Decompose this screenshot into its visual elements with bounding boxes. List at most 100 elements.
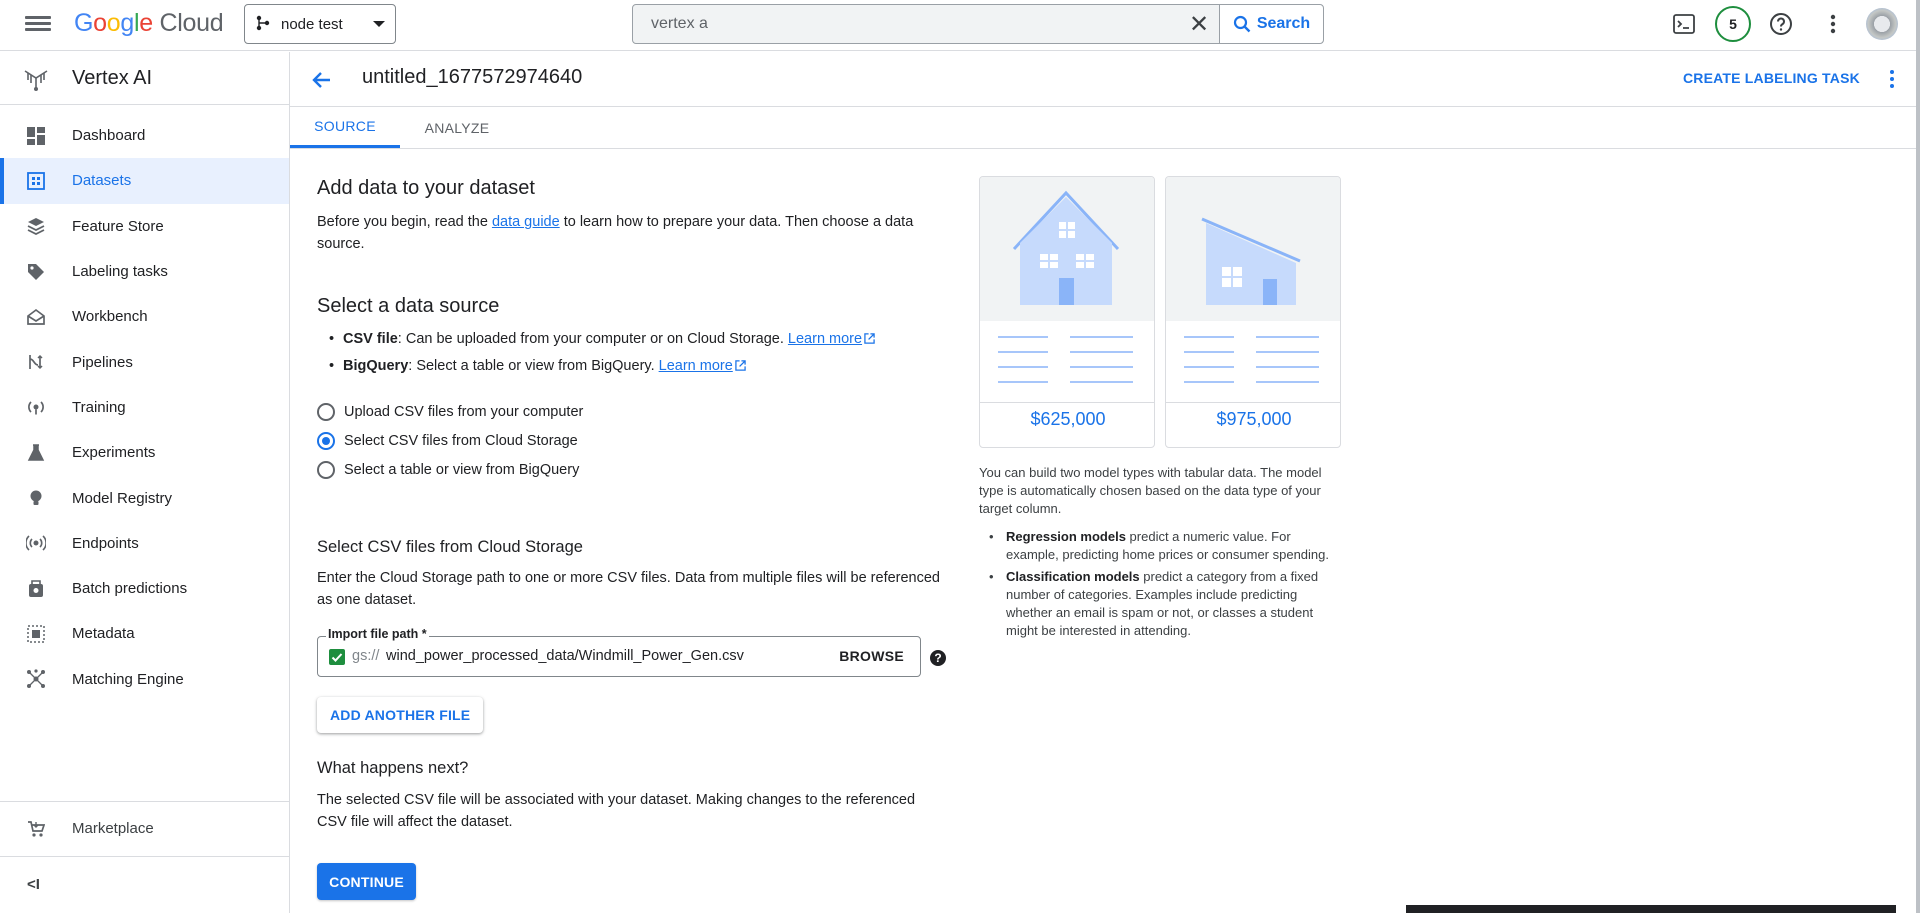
csv-learn-more-link[interactable]: Learn more — [788, 331, 875, 347]
sidebar-item-workbench[interactable]: Workbench — [0, 294, 289, 339]
experiments-flask-icon — [25, 442, 47, 464]
collapse-sidebar-button[interactable]: <I — [0, 856, 289, 912]
external-link-icon — [735, 360, 746, 371]
account-avatar[interactable] — [1866, 8, 1898, 40]
main-menu-icon[interactable] — [25, 13, 51, 35]
sidebar-item-batch-predictions[interactable]: Batch predictions — [0, 566, 289, 611]
tab-source[interactable]: SOURCE — [290, 107, 400, 148]
sidebar-item-label: Experiments — [72, 444, 156, 462]
price-label: $625,000 — [1030, 409, 1106, 429]
sidebar-item-training[interactable]: Training — [0, 385, 289, 430]
continue-button[interactable]: CONTINUE — [317, 863, 416, 900]
house-card-regression: $625,000 — [979, 176, 1155, 448]
house-card-classification: $975,000 — [1165, 176, 1341, 448]
workbench-icon — [25, 306, 47, 328]
back-arrow-icon[interactable] — [308, 66, 336, 94]
page-scrollbar[interactable] — [1916, 0, 1920, 913]
sidebar-item-metadata[interactable]: Metadata — [0, 611, 289, 656]
google-cloud-logo[interactable]: Google Cloud — [74, 9, 224, 38]
tab-bar: SOURCE ANALYZE — [290, 107, 1920, 149]
sidebar-item-model-registry[interactable]: Model Registry — [0, 475, 289, 520]
model-types-list: Regression models predict a numeric valu… — [979, 528, 1345, 640]
model-registry-bulb-icon — [25, 487, 47, 509]
bigquery-learn-more-link[interactable]: Learn more — [659, 358, 746, 374]
radio-cloud-storage[interactable]: Select CSV files from Cloud Storage — [317, 432, 578, 450]
radio-button-selected[interactable] — [317, 432, 335, 450]
list-item: Classification models predict a category… — [989, 568, 1345, 640]
search-button[interactable]: Search — [1219, 5, 1323, 43]
sidebar-item-matching-engine[interactable]: Matching Engine — [0, 657, 289, 702]
help-icon[interactable] — [1767, 10, 1795, 38]
add-another-file-button[interactable]: ADD ANOTHER FILE — [317, 697, 484, 733]
project-name: node test — [281, 15, 343, 33]
marketplace-cart-icon — [25, 818, 47, 840]
search-input[interactable] — [633, 5, 1179, 43]
header-more-vert-icon[interactable] — [1886, 68, 1898, 92]
project-picker[interactable]: node test — [244, 4, 396, 44]
link-label: Learn more — [658, 358, 733, 374]
radio-button[interactable] — [317, 403, 335, 421]
batch-predictions-icon — [25, 578, 47, 600]
sidebar-item-marketplace[interactable]: Marketplace — [0, 802, 289, 855]
sidebar-item-label: Batch predictions — [72, 580, 188, 598]
model-type-name: Classification models — [1006, 569, 1140, 584]
search-bar: ✕ Search — [632, 4, 1324, 44]
sidebar-item-label: Labeling tasks — [72, 263, 168, 281]
matching-engine-icon — [25, 668, 47, 690]
what-next-line1: The selected CSV file will be associated… — [317, 792, 916, 808]
source-list: CSV file: Can be uploaded from your comp… — [329, 326, 875, 380]
sidebar-item-dashboard[interactable]: Dashboard — [0, 113, 289, 158]
datasets-icon — [25, 170, 47, 192]
source-desc: : Select a table or view from BigQuery. — [408, 358, 659, 374]
endpoints-icon — [25, 532, 47, 554]
what-next-text: The selected CSV file will be associated… — [317, 789, 915, 833]
gcs-description: Enter the Cloud Storage path to one or m… — [317, 567, 940, 611]
radio-bigquery[interactable]: Select a table or view from BigQuery — [317, 461, 579, 479]
gcs-description-line1: Enter the Cloud Storage path to one or m… — [317, 570, 940, 586]
sidebar-item-datasets[interactable]: Datasets — [0, 158, 289, 204]
sidebar-item-pipelines[interactable]: Pipelines — [0, 339, 289, 384]
link-label: Learn more — [787, 331, 863, 347]
clear-search-icon[interactable]: ✕ — [1179, 10, 1219, 39]
radio-button[interactable] — [317, 461, 335, 479]
more-vert-icon[interactable] — [1819, 10, 1847, 38]
sidebar-item-experiments[interactable]: Experiments — [0, 430, 289, 475]
dashboard-icon — [25, 125, 47, 147]
intro-text-before: Before you begin, read the — [317, 214, 492, 230]
sidebar-item-feature-store[interactable]: Feature Store — [0, 204, 289, 249]
sidebar-item-label: Endpoints — [72, 534, 139, 552]
sidebar-item-endpoints[interactable]: Endpoints — [0, 521, 289, 566]
sidebar-item-labeling-tasks[interactable]: Labeling tasks — [0, 249, 289, 294]
tab-analyze[interactable]: ANALYZE — [402, 107, 512, 148]
sidebar-item-label: Training — [72, 398, 126, 416]
text-lines-illustration — [998, 336, 1133, 383]
help-circle-icon[interactable]: ? — [930, 650, 946, 666]
intro-text: Before you begin, read the data guide to… — [317, 211, 913, 255]
product-name: Vertex AI — [72, 66, 153, 89]
what-next-line2: CSV file will affect the dataset. — [317, 814, 513, 830]
data-guide-link[interactable]: data guide — [492, 214, 560, 230]
model-types-info: You can build two model types with tabul… — [979, 464, 1345, 644]
notifications-badge[interactable]: 5 — [1715, 6, 1751, 42]
page-title: untitled_1677572974640 — [362, 66, 583, 88]
list-item: Regression models predict a numeric valu… — [989, 528, 1345, 564]
sidebar-item-label: Feature Store — [72, 217, 164, 235]
labeling-tag-icon — [25, 261, 47, 283]
cloud-shell-icon[interactable] — [1670, 10, 1698, 38]
what-next-title: What happens next? — [317, 759, 469, 777]
training-icon — [25, 396, 47, 418]
card-divider — [980, 402, 1154, 403]
text-lines-illustration — [1184, 336, 1319, 383]
caret-down-icon — [373, 21, 385, 27]
create-labeling-task-button[interactable]: CREATE LABELING TASK — [1683, 70, 1860, 86]
import-file-path-field[interactable]: Import file path * gs:// wind_power_proc… — [317, 627, 921, 677]
file-path-value[interactable]: wind_power_processed_data/Windmill_Power… — [386, 648, 744, 664]
browse-button[interactable]: BROWSE — [839, 648, 904, 664]
page-header: untitled_1677572974640 CREATE LABELING T… — [290, 52, 1920, 107]
external-link-icon — [864, 333, 875, 344]
radio-upload-csv[interactable]: Upload CSV files from your computer — [317, 403, 583, 421]
sidebar-nav: Dashboard Datasets Feature Store Labelin… — [0, 113, 289, 702]
sidebar-item-label: Marketplace — [72, 820, 154, 837]
feature-store-icon — [25, 215, 47, 237]
bottom-toast-bar — [1406, 905, 1896, 913]
